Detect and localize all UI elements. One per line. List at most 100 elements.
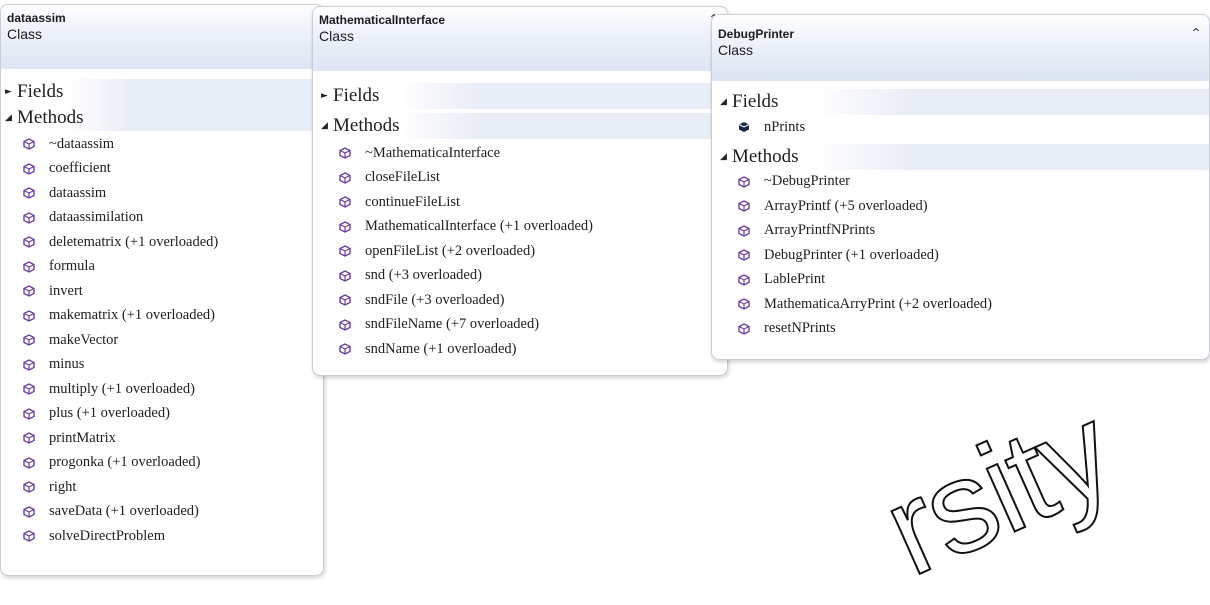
method-cube-icon xyxy=(738,249,750,262)
method-name: closeFileList xyxy=(365,169,440,186)
method-name: sndName (+1 overloaded) xyxy=(365,340,517,357)
section-fields[interactable]: ◢ Fields xyxy=(712,89,1209,115)
section-label: Methods xyxy=(732,145,799,167)
section-methods[interactable]: ◢ Methods xyxy=(313,113,727,139)
method-name: dataassim xyxy=(49,184,107,201)
method-name: resetNPrints xyxy=(764,320,836,337)
method-item[interactable]: plus (+1 overloaded) xyxy=(1,402,323,427)
section-label: Fields xyxy=(17,81,64,102)
section-methods[interactable]: ◢ Methods xyxy=(712,143,1209,170)
collapse-arrow-icon[interactable]: ◢ xyxy=(321,113,333,139)
method-item[interactable]: sndFileName (+7 overloaded) xyxy=(317,313,727,338)
method-item[interactable]: snd (+3 overloaded) xyxy=(317,264,727,289)
method-cube-icon xyxy=(23,187,35,200)
method-cube-icon xyxy=(339,294,351,307)
method-name: ~dataassim xyxy=(49,135,115,152)
method-item[interactable]: formula xyxy=(1,255,323,280)
method-cube-icon xyxy=(738,273,750,286)
method-cube-icon xyxy=(738,200,750,213)
method-name: printMatrix xyxy=(49,429,116,446)
method-list: ~dataassim coefficient dataassim dataassimi… xyxy=(1,131,323,549)
method-item[interactable]: sndName (+1 overloaded) xyxy=(317,337,727,362)
method-cube-icon xyxy=(23,505,35,518)
method-cube-icon xyxy=(738,298,750,311)
class-box-dataassim[interactable]: dataassim Class ► Fields ◢ Methods ~data… xyxy=(0,4,324,576)
method-cube-icon xyxy=(339,318,351,331)
collapse-arrow-icon[interactable]: ◢ xyxy=(720,89,732,115)
method-item[interactable]: multiply (+1 overloaded) xyxy=(1,377,323,402)
method-item[interactable]: minus xyxy=(1,353,323,378)
method-item[interactable]: solveDirectProblem xyxy=(1,524,323,549)
method-item[interactable]: ~DebugPrinter xyxy=(716,170,1209,195)
method-item[interactable]: right xyxy=(1,475,323,500)
method-item[interactable]: DebugPrinter (+1 overloaded) xyxy=(716,243,1209,268)
method-cube-icon xyxy=(738,322,750,335)
method-name: multiply (+1 overloaded) xyxy=(49,380,195,397)
watermark: rsity xyxy=(862,376,1132,604)
method-name: openFileList (+2 overloaded) xyxy=(365,242,536,259)
section-fields[interactable]: ► Fields xyxy=(313,83,727,109)
method-name: MathematicalInterface (+1 overloaded) xyxy=(365,218,593,235)
method-name: ArrayPrintf (+5 overloaded) xyxy=(764,197,928,214)
class-name: MathematicalInterface xyxy=(319,13,446,27)
method-item[interactable]: printMatrix xyxy=(1,426,323,451)
method-item[interactable]: sndFile (+3 overloaded) xyxy=(317,288,727,313)
method-cube-icon xyxy=(23,285,35,298)
method-item[interactable]: makeVector xyxy=(1,328,323,353)
method-item[interactable]: invert xyxy=(1,279,323,304)
collapse-arrow-icon[interactable]: ◢ xyxy=(720,144,732,170)
method-cube-icon xyxy=(23,456,35,469)
method-item[interactable]: resetNPrints xyxy=(716,317,1209,342)
method-item[interactable]: ArrayPrintf (+5 overloaded) xyxy=(716,194,1209,219)
method-list: ~DebugPrinter ArrayPrintf (+5 overloaded)… xyxy=(712,170,1209,342)
method-name: deletematrix (+1 overloaded) xyxy=(49,233,219,250)
method-item[interactable]: MathematicalInterface (+1 overloaded) xyxy=(317,215,727,240)
method-name: sndFile (+3 overloaded) xyxy=(365,291,505,308)
method-item[interactable]: makematrix (+1 overloaded) xyxy=(1,304,323,329)
class-header[interactable]: dataassim Class xyxy=(1,5,323,69)
section-fields[interactable]: ► Fields xyxy=(1,79,323,105)
class-kind: Class xyxy=(319,28,355,44)
method-item[interactable]: dataassimilation xyxy=(1,206,323,231)
method-item[interactable]: dataassim xyxy=(1,181,323,206)
class-header[interactable]: MathematicalInterface Class ⌃ xyxy=(313,7,727,71)
class-header[interactable]: DebugPrinter Class ⌃ xyxy=(712,15,1209,81)
method-item[interactable]: MathematicaArryPrint (+2 overloaded) xyxy=(716,292,1209,317)
method-item[interactable]: ArrayPrintfNPrints xyxy=(716,219,1209,244)
section-methods[interactable]: ◢ Methods xyxy=(1,105,323,131)
method-cube-icon xyxy=(23,236,35,249)
method-cube-icon xyxy=(23,309,35,322)
expand-arrow-icon[interactable]: ► xyxy=(5,79,17,105)
method-name: makeVector xyxy=(49,331,119,348)
method-item[interactable]: closeFileList xyxy=(317,166,727,191)
class-box-mathematicalinterface[interactable]: MathematicalInterface Class ⌃ ► Fields ◢… xyxy=(312,6,728,376)
section-label: Methods xyxy=(17,107,84,128)
method-name: makematrix (+1 overloaded) xyxy=(49,307,215,324)
method-cube-icon xyxy=(339,196,351,209)
method-cube-icon xyxy=(339,245,351,258)
double-chevron-up-icon[interactable]: ⌃ xyxy=(1190,27,1202,39)
method-item[interactable]: continueFileList xyxy=(317,190,727,215)
method-item[interactable]: openFileList (+2 overloaded) xyxy=(317,239,727,264)
method-item[interactable]: ~dataassim xyxy=(1,132,323,157)
method-name: saveData (+1 overloaded) xyxy=(49,503,199,520)
method-item[interactable]: ~MathematicaInterface xyxy=(317,141,727,166)
class-box-debugprinter[interactable]: DebugPrinter Class ⌃ ◢ Fields nPrints ◢ … xyxy=(711,14,1210,360)
expand-arrow-icon[interactable]: ► xyxy=(321,83,333,109)
method-item[interactable]: coefficient xyxy=(1,157,323,182)
method-cube-icon xyxy=(23,481,35,494)
method-name: dataassimilation xyxy=(49,209,144,226)
method-cube-icon xyxy=(23,211,35,224)
method-name: progonka (+1 overloaded) xyxy=(49,454,201,471)
field-icon xyxy=(738,122,750,133)
method-item[interactable]: progonka (+1 overloaded) xyxy=(1,451,323,476)
class-name: DebugPrinter xyxy=(718,27,795,41)
collapse-arrow-icon[interactable]: ◢ xyxy=(5,105,17,131)
method-item[interactable]: saveData (+1 overloaded) xyxy=(1,500,323,525)
method-name: sndFileName (+7 overloaded) xyxy=(365,316,540,333)
method-list: ~MathematicaInterface closeFileList contin… xyxy=(313,139,727,362)
method-item[interactable]: deletematrix (+1 overloaded) xyxy=(1,230,323,255)
method-name: minus xyxy=(49,356,85,373)
method-item[interactable]: LablePrint xyxy=(716,268,1209,293)
field-item[interactable]: nPrints xyxy=(716,115,1209,140)
